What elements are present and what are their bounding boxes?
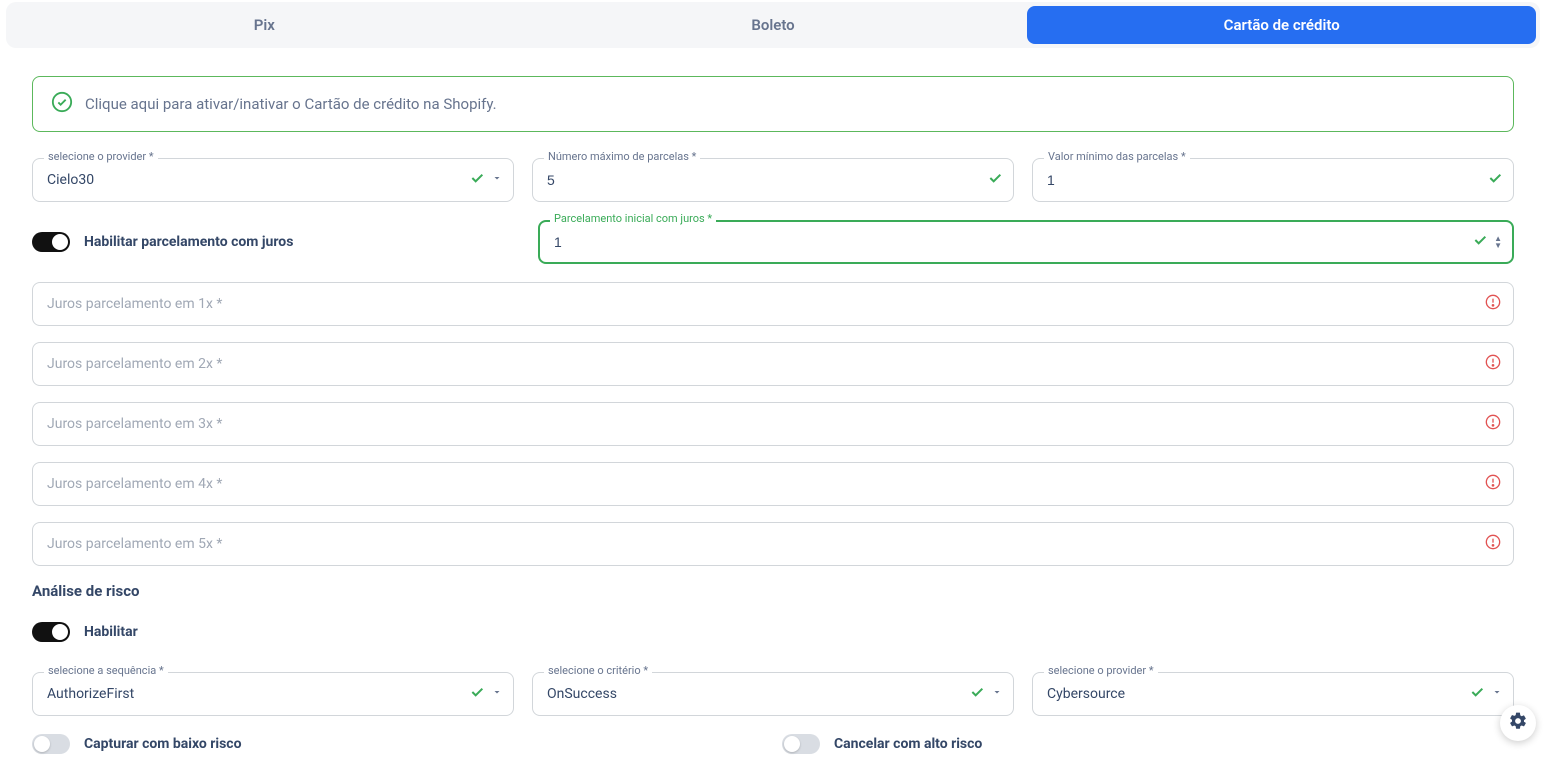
payment-method-tabs: Pix Boleto Cartão de crédito <box>6 2 1540 48</box>
valor-min-wrap: Valor mínimo das parcelas * <box>1032 158 1514 202</box>
cancelar-label: Cancelar com alto risco <box>834 736 982 752</box>
risk-provider-wrap: selecione o provider * Cybersource <box>1032 672 1514 716</box>
risk-section-title: Análise de risco <box>32 582 1514 600</box>
capturar-label: Capturar com baixo risco <box>84 736 241 752</box>
sequencia-select[interactable]: AuthorizeFirst <box>32 672 514 716</box>
check-icon <box>987 170 1003 190</box>
shopify-activation-alert[interactable]: Clique aqui para ativar/inativar o Cartã… <box>32 76 1514 132</box>
risk-provider-select[interactable]: Cybersource <box>1032 672 1514 716</box>
tab-boleto[interactable]: Boleto <box>519 6 1028 44</box>
error-icon <box>1485 534 1501 554</box>
habilitar-juros-label: Habilitar parcelamento com juros <box>84 234 293 250</box>
max-parcelas-wrap: Número máximo de parcelas * <box>532 158 1014 202</box>
risk-habilitar-toggle[interactable] <box>32 622 70 642</box>
criterio-wrap: selecione o critério * OnSuccess <box>532 672 1014 716</box>
parc-inicial-input-box[interactable]: ▲▼ <box>538 220 1514 264</box>
juros-5x-field[interactable]: Juros parcelamento em 5x * <box>32 522 1514 566</box>
settings-fab[interactable] <box>1500 705 1536 741</box>
check-circle-icon <box>51 91 73 117</box>
criterio-value: OnSuccess <box>547 686 617 702</box>
error-icon <box>1485 474 1501 494</box>
sequencia-wrap: selecione a sequência * AuthorizeFirst <box>32 672 514 716</box>
gear-icon <box>1508 711 1528 735</box>
juros-1x-field[interactable]: Juros parcelamento em 1x * <box>32 282 1514 326</box>
chevron-down-icon <box>491 172 503 188</box>
cancelar-toggle[interactable] <box>782 734 820 754</box>
credit-card-panel: Clique aqui para ativar/inativar o Cartã… <box>6 58 1540 774</box>
juros-placeholder: Juros parcelamento em 1x * <box>47 296 222 312</box>
error-icon <box>1485 414 1501 434</box>
chevron-down-icon <box>1491 686 1503 702</box>
risk-habilitar-label: Habilitar <box>84 624 138 640</box>
check-icon <box>469 170 485 190</box>
tab-pix[interactable]: Pix <box>10 6 519 44</box>
juros-rows-container: Juros parcelamento em 1x * Juros parcela… <box>32 282 1514 566</box>
provider-select-wrap: selecione o provider * Cielo30 <box>32 158 514 202</box>
alert-text: Clique aqui para ativar/inativar o Cartã… <box>85 95 497 113</box>
risk-provider-value: Cybersource <box>1047 686 1125 702</box>
juros-placeholder: Juros parcelamento em 2x * <box>47 356 222 372</box>
max-parcelas-input[interactable] <box>547 172 973 188</box>
max-parcelas-input-box[interactable] <box>532 158 1014 202</box>
juros-placeholder: Juros parcelamento em 5x * <box>47 536 222 552</box>
valor-min-input[interactable] <box>1047 172 1473 188</box>
valor-min-label: Valor mínimo das parcelas * <box>1044 150 1190 163</box>
sequencia-value: AuthorizeFirst <box>47 686 134 702</box>
tab-credit-card[interactable]: Cartão de crédito <box>1027 6 1536 44</box>
check-icon <box>1469 684 1485 704</box>
chevron-down-icon <box>491 686 503 702</box>
risk-provider-label: selecione o provider * <box>1044 664 1158 677</box>
sequencia-label: selecione a sequência * <box>44 664 168 677</box>
capturar-toggle[interactable] <box>32 734 70 754</box>
check-icon <box>469 684 485 704</box>
number-spinner-icon[interactable]: ▲▼ <box>1494 235 1502 249</box>
provider-label: selecione o provider * <box>44 150 158 163</box>
criterio-label: selecione o critério * <box>544 664 652 677</box>
parc-inicial-wrap: Parcelamento inicial com juros * ▲▼ <box>538 220 1514 264</box>
check-icon <box>969 684 985 704</box>
juros-3x-field[interactable]: Juros parcelamento em 3x * <box>32 402 1514 446</box>
criterio-select[interactable]: OnSuccess <box>532 672 1014 716</box>
check-icon <box>1472 232 1488 252</box>
juros-placeholder: Juros parcelamento em 4x * <box>47 476 222 492</box>
habilitar-juros-toggle[interactable] <box>32 232 70 252</box>
juros-placeholder: Juros parcelamento em 3x * <box>47 416 222 432</box>
check-icon <box>1487 170 1503 190</box>
provider-value: Cielo30 <box>47 172 94 188</box>
parc-inicial-input[interactable] <box>554 234 1462 250</box>
chevron-down-icon <box>991 686 1003 702</box>
provider-select[interactable]: Cielo30 <box>32 158 514 202</box>
max-parcelas-label: Número máximo de parcelas * <box>544 150 700 163</box>
juros-4x-field[interactable]: Juros parcelamento em 4x * <box>32 462 1514 506</box>
valor-min-input-box[interactable] <box>1032 158 1514 202</box>
parc-inicial-label: Parcelamento inicial com juros * <box>550 212 716 225</box>
juros-2x-field[interactable]: Juros parcelamento em 2x * <box>32 342 1514 386</box>
error-icon <box>1485 354 1501 374</box>
error-icon <box>1485 294 1501 314</box>
